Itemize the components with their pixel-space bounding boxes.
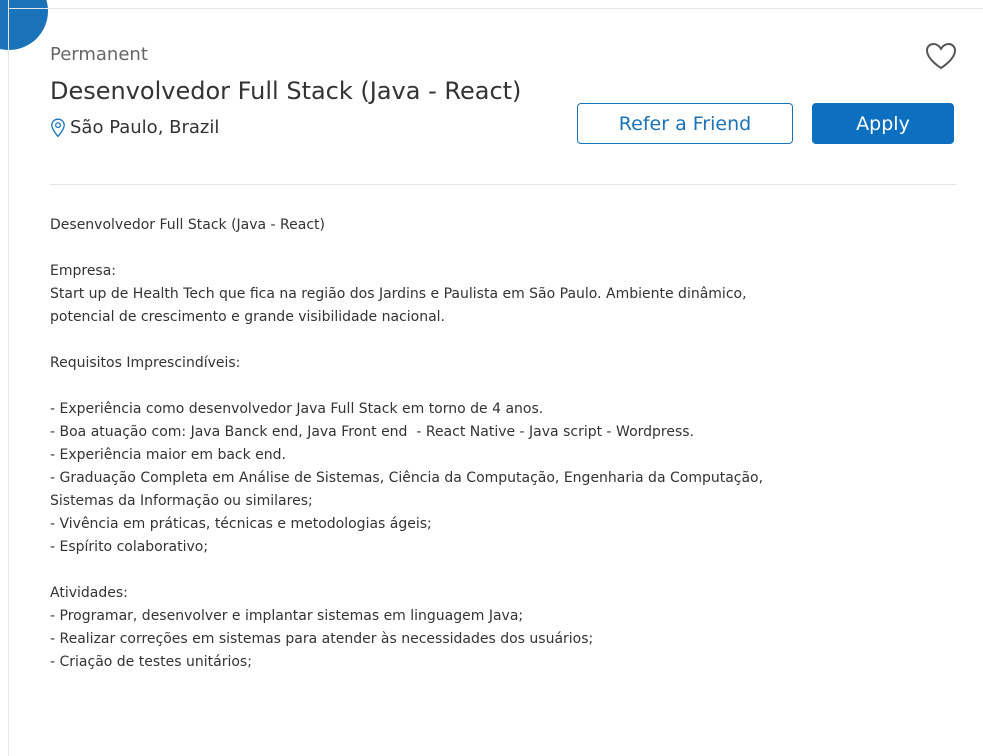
map-pin-icon: [51, 118, 65, 137]
requirement-item: - Experiência maior em back end.: [50, 447, 287, 463]
activity-item: - Criação de testes unitários;: [50, 654, 252, 670]
refer-a-friend-button[interactable]: Refer a Friend: [577, 103, 793, 144]
card-top-border: [8, 8, 983, 9]
description-heading: Desenvolvedor Full Stack (Java - React): [50, 217, 325, 233]
job-detail-page: Permanent Desenvolvedor Full Stack (Java…: [0, 0, 983, 756]
header-divider: [50, 184, 956, 185]
card-left-border: [8, 0, 9, 756]
requirement-item: - Experiência como desenvolvedor Java Fu…: [50, 401, 544, 417]
requirement-item: - Boa atuação com: Java Banck end, Java …: [50, 424, 695, 440]
activities-label: Atividades:: [50, 585, 128, 601]
requirement-item: - Vivência em práticas, técnicas e metod…: [50, 516, 432, 532]
company-text-line: potencial de crescimento e grande visibi…: [50, 309, 445, 325]
requirement-item: - Espírito colaborativo;: [50, 539, 209, 555]
job-location-text: São Paulo, Brazil: [70, 117, 220, 138]
activity-item: - Programar, desenvolver e implantar sis…: [50, 608, 524, 624]
requirement-item: - Graduação Completa em Análise de Siste…: [50, 470, 764, 486]
job-description: Desenvolvedor Full Stack (Java - React) …: [50, 214, 930, 674]
requirements-label: Requisitos Imprescindíveis:: [50, 355, 241, 371]
job-location: São Paulo, Brazil: [50, 117, 219, 138]
company-text-line: Start up de Health Tech que fica na regi…: [50, 286, 747, 302]
activity-item: - Realizar correções em sistemas para at…: [50, 631, 594, 647]
job-title: Desenvolvedor Full Stack (Java - React): [50, 77, 522, 105]
company-label: Empresa:: [50, 263, 117, 279]
apply-button[interactable]: Apply: [812, 103, 954, 144]
job-type-label: Permanent: [50, 44, 148, 65]
heart-outline-icon[interactable]: [924, 41, 958, 71]
requirement-item: Sistemas da Informação ou similares;: [50, 493, 313, 509]
